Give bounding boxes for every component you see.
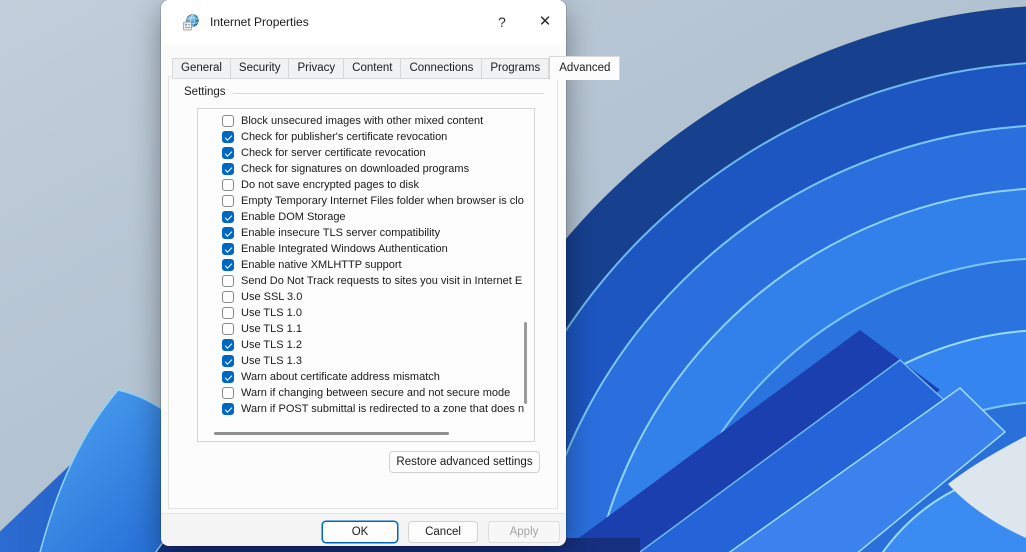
help-button[interactable]: ? [489,14,515,36]
checkbox-checked-icon[interactable] [222,243,234,255]
apply-button[interactable]: Apply [488,521,560,543]
setting-row[interactable]: Empty Temporary Internet Files folder wh… [198,193,534,209]
setting-row[interactable]: Check for publisher's certificate revoca… [198,129,534,145]
tab-connections[interactable]: Connections [401,58,482,79]
setting-label: Send Do Not Track requests to sites you … [241,275,522,287]
settings-listbox[interactable]: Block unsecured images with other mixed … [197,108,535,442]
setting-row[interactable]: Warn if changing between secure and not … [198,385,534,401]
vertical-scrollbar-thumb[interactable] [524,322,527,404]
setting-row[interactable]: Block unsecured images with other mixed … [198,113,534,129]
tab-security[interactable]: Security [231,58,290,79]
settings-group-line [233,93,544,94]
setting-label: Enable native XMLHTTP support [241,259,402,271]
checkbox-unchecked-icon[interactable] [222,387,234,399]
setting-row[interactable]: Send Do Not Track requests to sites you … [198,273,534,289]
setting-label: Use TLS 1.2 [241,339,302,351]
tab-strip: GeneralSecurityPrivacyContentConnections… [172,56,620,79]
tab-content[interactable]: Content [344,58,401,79]
setting-label: Enable Integrated Windows Authentication [241,243,448,255]
checkbox-checked-icon[interactable] [222,147,234,159]
titlebar[interactable]: Internet Properties ? ✕ [161,0,566,44]
setting-row[interactable]: Warn if POST submittal is redirected to … [198,401,534,417]
checkbox-checked-icon[interactable] [222,259,234,271]
restore-advanced-settings-button[interactable]: Restore advanced settings [389,451,540,473]
setting-label: Check for signatures on downloaded progr… [241,163,469,175]
settings-list: Block unsecured images with other mixed … [198,113,534,417]
ok-button[interactable]: OK [322,521,398,543]
setting-label: Use TLS 1.1 [241,323,302,335]
tab-advanced[interactable]: Advanced [549,56,620,80]
setting-label: Warn about certificate address mismatch [241,371,440,383]
checkbox-unchecked-icon[interactable] [222,323,234,335]
setting-label: Warn if changing between secure and not … [241,387,510,399]
cancel-button[interactable]: Cancel [408,521,478,543]
internet-properties-icon [183,14,200,31]
window-title: Internet Properties [210,15,309,29]
checkbox-checked-icon[interactable] [222,211,234,223]
setting-row[interactable]: Do not save encrypted pages to disk [198,177,534,193]
setting-row[interactable]: Enable native XMLHTTP support [198,257,534,273]
setting-label: Use TLS 1.0 [241,307,302,319]
checkbox-checked-icon[interactable] [222,403,234,415]
checkbox-unchecked-icon[interactable] [222,291,234,303]
setting-row[interactable]: Use TLS 1.3 [198,353,534,369]
setting-row[interactable]: Warn about certificate address mismatch [198,369,534,385]
checkbox-unchecked-icon[interactable] [222,275,234,287]
settings-group-label: Settings [184,86,233,98]
setting-label: Do not save encrypted pages to disk [241,179,419,191]
tab-privacy[interactable]: Privacy [289,58,344,79]
close-button[interactable]: ✕ [532,12,558,34]
setting-label: Check for publisher's certificate revoca… [241,131,447,143]
internet-properties-dialog: Internet Properties ? ✕ GeneralSecurityP… [161,0,566,546]
dialog-footer: OK Cancel Apply [161,513,566,546]
checkbox-unchecked-icon[interactable] [222,179,234,191]
setting-label: Check for server certificate revocation [241,147,426,159]
checkbox-checked-icon[interactable] [222,355,234,367]
settings-group: Settings [184,86,544,98]
checkbox-unchecked-icon[interactable] [222,195,234,207]
setting-label: Warn if POST submittal is redirected to … [241,403,524,415]
setting-row[interactable]: Check for server certificate revocation [198,145,534,161]
setting-label: Use TLS 1.3 [241,355,302,367]
checkbox-checked-icon[interactable] [222,163,234,175]
tab-general[interactable]: General [172,58,231,79]
checkbox-checked-icon[interactable] [222,227,234,239]
advanced-tab-page: Settings Block unsecured images with oth… [168,76,558,509]
setting-row[interactable]: Enable insecure TLS server compatibility [198,225,534,241]
setting-label: Enable insecure TLS server compatibility [241,227,440,239]
checkbox-checked-icon[interactable] [222,371,234,383]
setting-row[interactable]: Use TLS 1.1 [198,321,534,337]
desktop: Internet Properties ? ✕ GeneralSecurityP… [0,0,1026,552]
tab-programs[interactable]: Programs [482,58,549,79]
setting-row[interactable]: Enable DOM Storage [198,209,534,225]
setting-row[interactable]: Use SSL 3.0 [198,289,534,305]
setting-row[interactable]: Use TLS 1.0 [198,305,534,321]
setting-label: Use SSL 3.0 [241,291,302,303]
setting-row[interactable]: Check for signatures on downloaded progr… [198,161,534,177]
checkbox-unchecked-icon[interactable] [222,307,234,319]
setting-row[interactable]: Enable Integrated Windows Authentication [198,241,534,257]
checkbox-checked-icon[interactable] [222,339,234,351]
setting-row[interactable]: Use TLS 1.2 [198,337,534,353]
setting-label: Empty Temporary Internet Files folder wh… [241,195,524,207]
setting-label: Enable DOM Storage [241,211,346,223]
checkbox-checked-icon[interactable] [222,131,234,143]
setting-label: Block unsecured images with other mixed … [241,115,483,127]
checkbox-unchecked-icon[interactable] [222,115,234,127]
horizontal-scrollbar-thumb[interactable] [214,432,449,435]
